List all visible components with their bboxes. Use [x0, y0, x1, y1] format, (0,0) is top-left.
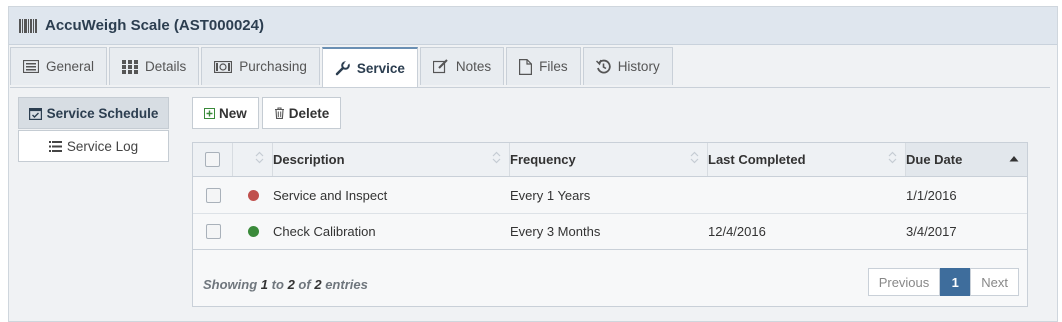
- list-alt-icon: [23, 60, 39, 73]
- tab-notes[interactable]: Notes: [419, 47, 505, 85]
- tab-purchasing[interactable]: Purchasing: [201, 47, 320, 85]
- tab-label: Details: [145, 59, 187, 74]
- tab-label: Notes: [455, 59, 492, 74]
- tab-service[interactable]: Service: [321, 47, 418, 87]
- info-to: 2: [287, 277, 295, 292]
- service-schedule-table: Description Frequency Last Completed Due…: [192, 142, 1028, 307]
- service-side-nav: Service Schedule Service Log: [18, 97, 169, 162]
- new-label: New: [219, 105, 247, 121]
- new-button[interactable]: New: [192, 97, 259, 129]
- info-from: 1: [260, 277, 269, 292]
- sort-asc-icon: [1009, 156, 1019, 162]
- info-to-word: to: [271, 277, 284, 292]
- row-status-cell: [233, 214, 273, 249]
- column-header-due-date[interactable]: Due Date: [906, 143, 1027, 176]
- last-completed-cell: [708, 178, 906, 213]
- header-status-cell[interactable]: [233, 143, 273, 176]
- row-status-cell: [233, 178, 273, 213]
- last-completed-cell: 12/4/2016: [708, 224, 766, 239]
- service-log-label: Service Log: [66, 138, 139, 154]
- select-all-checkbox[interactable]: [205, 152, 220, 167]
- info-of-word: of: [298, 277, 311, 292]
- history-icon: [595, 59, 611, 74]
- service-schedule-label: Service Schedule: [46, 105, 159, 121]
- wrench-icon: [335, 60, 350, 75]
- due-date-cell: 3/4/2017: [906, 224, 957, 239]
- next-page-button[interactable]: Next: [970, 268, 1019, 296]
- tab-label: History: [617, 59, 660, 74]
- previous-page-button[interactable]: Previous: [867, 268, 941, 296]
- entries-info: Showing 1 to 2 of 2 entries: [203, 277, 368, 292]
- column-header-label: Due Date: [906, 152, 963, 167]
- tab-label: Service: [356, 60, 405, 76]
- column-header-label: Description: [273, 152, 345, 167]
- tab-files[interactable]: Files: [506, 47, 581, 85]
- pagination: Previous 1 Next: [867, 268, 1019, 296]
- description-cell: Service and Inspect: [273, 188, 388, 203]
- tab-general[interactable]: General: [10, 47, 108, 85]
- table-row[interactable]: Service and Inspect Every 1 Years 1/1/20…: [193, 178, 1027, 214]
- tab-label: General: [46, 59, 95, 74]
- row-select-cell: [193, 178, 233, 213]
- description-cell: Check Calibration: [273, 224, 376, 239]
- due-date-cell: 1/1/2016: [906, 188, 957, 203]
- tab-details[interactable]: Details: [109, 47, 200, 85]
- delete-button[interactable]: Delete: [261, 97, 342, 129]
- sort-both-icon: [492, 151, 501, 164]
- sort-both-icon: [255, 151, 264, 164]
- header-select-cell: [193, 143, 233, 176]
- table-row[interactable]: Check Calibration Every 3 Months 12/4/20…: [193, 214, 1027, 250]
- sort-both-icon: [888, 151, 897, 164]
- column-header-label: Frequency: [510, 152, 576, 167]
- service-log-button[interactable]: Service Log: [18, 130, 169, 162]
- edit-icon: [432, 59, 448, 74]
- barcode-icon: [19, 18, 37, 33]
- list-icon: [48, 140, 62, 152]
- toolbar: New Delete: [192, 97, 342, 129]
- column-header-frequency[interactable]: Frequency: [510, 143, 708, 176]
- service-schedule-button[interactable]: Service Schedule: [18, 97, 169, 129]
- column-header-last-completed[interactable]: Last Completed: [708, 143, 906, 176]
- info-entries-word: entries: [325, 277, 368, 292]
- tab-bar: General Details Purchasing Service Notes…: [10, 47, 673, 87]
- row-checkbox[interactable]: [205, 188, 221, 203]
- page-1-button[interactable]: 1: [940, 268, 971, 296]
- info-showing: Showing: [203, 277, 258, 292]
- row-checkbox[interactable]: [205, 224, 221, 239]
- row-select-cell: [193, 214, 233, 249]
- tab-label: Files: [539, 59, 568, 74]
- money-icon: [214, 60, 233, 73]
- tab-history[interactable]: History: [582, 47, 673, 85]
- info-total: 2: [314, 277, 322, 292]
- sort-both-icon: [690, 151, 699, 164]
- column-header-description[interactable]: Description: [273, 143, 510, 176]
- status-dot: [247, 226, 259, 237]
- trash-icon: [274, 107, 284, 119]
- frequency-cell: Every 1 Years: [510, 188, 591, 203]
- tab-divider: [10, 87, 1050, 88]
- status-dot: [247, 190, 259, 201]
- file-icon: [519, 58, 533, 75]
- plus-square-icon: [204, 107, 215, 119]
- title-bar: AccuWeigh Scale (AST000024): [9, 7, 1057, 45]
- column-header-label: Last Completed: [708, 152, 806, 167]
- calendar-check-icon: [28, 107, 42, 120]
- frequency-cell: Every 3 Months: [510, 224, 601, 239]
- delete-label: Delete: [288, 105, 330, 121]
- table-header-row: Description Frequency Last Completed Due…: [193, 143, 1027, 177]
- page-title: AccuWeigh Scale (AST000024): [45, 17, 264, 34]
- tab-label: Purchasing: [239, 59, 307, 74]
- grid-icon: [122, 59, 139, 74]
